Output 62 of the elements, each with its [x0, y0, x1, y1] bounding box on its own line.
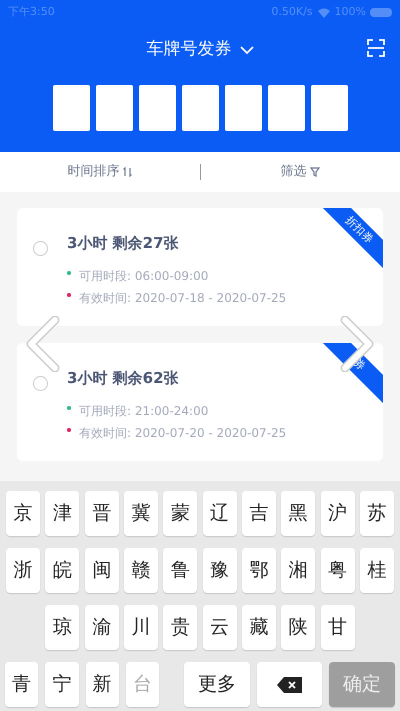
keyboard-key[interactable]: 甘 — [320, 605, 355, 650]
sort-icon — [123, 167, 132, 177]
keyboard-key[interactable]: 浙 — [6, 548, 40, 593]
coupon-detail: 有效时间: 2020-07-18 - 2020-07-25 — [79, 290, 286, 306]
keyboard-key[interactable]: 川 — [124, 605, 158, 650]
coupon-card[interactable]: 3小时 剩余27张 可用时段: 06:00-09:00 有效时间: 2020-07-18 - 2020-07-25 折扣券 — [17, 208, 383, 326]
plate-input-field[interactable] — [224, 85, 262, 131]
backspace-key[interactable] — [256, 662, 322, 707]
battery-icon — [370, 8, 392, 17]
plate-input-field[interactable] — [96, 85, 132, 131]
keyboard-key[interactable]: 晋 — [84, 491, 119, 536]
coupon-detail: 可用时段: 06:00-09:00 — [79, 268, 208, 284]
filter-icon — [310, 167, 320, 177]
keyboard-key[interactable]: 青 — [5, 662, 38, 707]
keyboard-key[interactable]: 苏 — [360, 491, 394, 536]
radio-button[interactable] — [33, 241, 48, 256]
plate-input-field[interactable] — [52, 85, 90, 131]
keyboard-key[interactable]: 吉 — [242, 491, 276, 536]
keyboard-key[interactable]: 新 — [86, 662, 119, 707]
keyboard-key[interactable]: 藏 — [242, 605, 276, 650]
keyboard-key[interactable]: 贵 — [163, 605, 198, 650]
keyboard-key[interactable]: 鄂 — [242, 548, 276, 593]
keyboard-key[interactable]: 黑 — [281, 491, 316, 536]
time-sort-button[interactable]: 时间排序 — [67, 162, 132, 182]
radio-button[interactable] — [33, 376, 48, 391]
more-key[interactable]: 更多 — [184, 662, 250, 707]
keyboard-key[interactable]: 渝 — [84, 605, 119, 650]
keyboard-key[interactable]: 桂 — [360, 548, 394, 593]
keyboard-key[interactable]: 京 — [6, 491, 40, 536]
keyboard-key[interactable]: 蒙 — [163, 491, 198, 536]
filter-button[interactable]: 筛选 — [280, 162, 320, 182]
wifi-icon — [316, 8, 331, 18]
plate-input-field[interactable] — [268, 85, 304, 131]
keyboard-key[interactable]: 津 — [45, 491, 80, 536]
plate-input-field[interactable] — [138, 85, 176, 131]
keyboard-key[interactable]: 赣 — [124, 548, 158, 593]
mode-dropdown[interactable]: 车牌号发券 — [146, 37, 254, 63]
keyboard-key[interactable]: 陕 — [281, 605, 316, 650]
coupon-title: 3小时 剩余62张 — [67, 368, 180, 389]
keyboard-key[interactable]: 粤 — [320, 548, 355, 593]
network-speed: 0.50K/s — [271, 4, 313, 20]
scan-icon[interactable] — [367, 39, 385, 57]
keyboard-key[interactable]: 冀 — [124, 491, 158, 536]
keyboard-key[interactable]: 皖 — [45, 548, 80, 593]
keyboard-key[interactable]: 沪 — [320, 491, 355, 536]
keyboard-key[interactable]: 云 — [202, 605, 237, 650]
keyboard-key[interactable]: 湘 — [281, 548, 316, 593]
backspace-icon — [276, 676, 303, 692]
status-time: 下午3:50 — [8, 4, 55, 20]
coupon-title: 3小时 剩余27张 — [67, 233, 180, 254]
battery-level: 100% — [334, 4, 366, 20]
keyboard-key[interactable]: 鲁 — [163, 548, 198, 593]
keyboard-key[interactable]: 宁 — [45, 662, 79, 707]
plate-input-field[interactable] — [182, 85, 218, 131]
keyboard-key[interactable]: 豫 — [202, 548, 237, 593]
keyboard-key[interactable]: 辽 — [202, 491, 237, 536]
plate-input-field[interactable] — [310, 85, 348, 131]
keyboard-key[interactable]: 闽 — [84, 548, 119, 593]
coupon-detail: 可用时段: 21:00-24:00 — [79, 402, 208, 420]
chevron-down-icon — [240, 46, 254, 54]
keyboard-key[interactable]: 琼 — [45, 605, 80, 650]
coupon-detail: 有效时间: 2020-07-20 - 2020-07-25 — [79, 424, 286, 442]
